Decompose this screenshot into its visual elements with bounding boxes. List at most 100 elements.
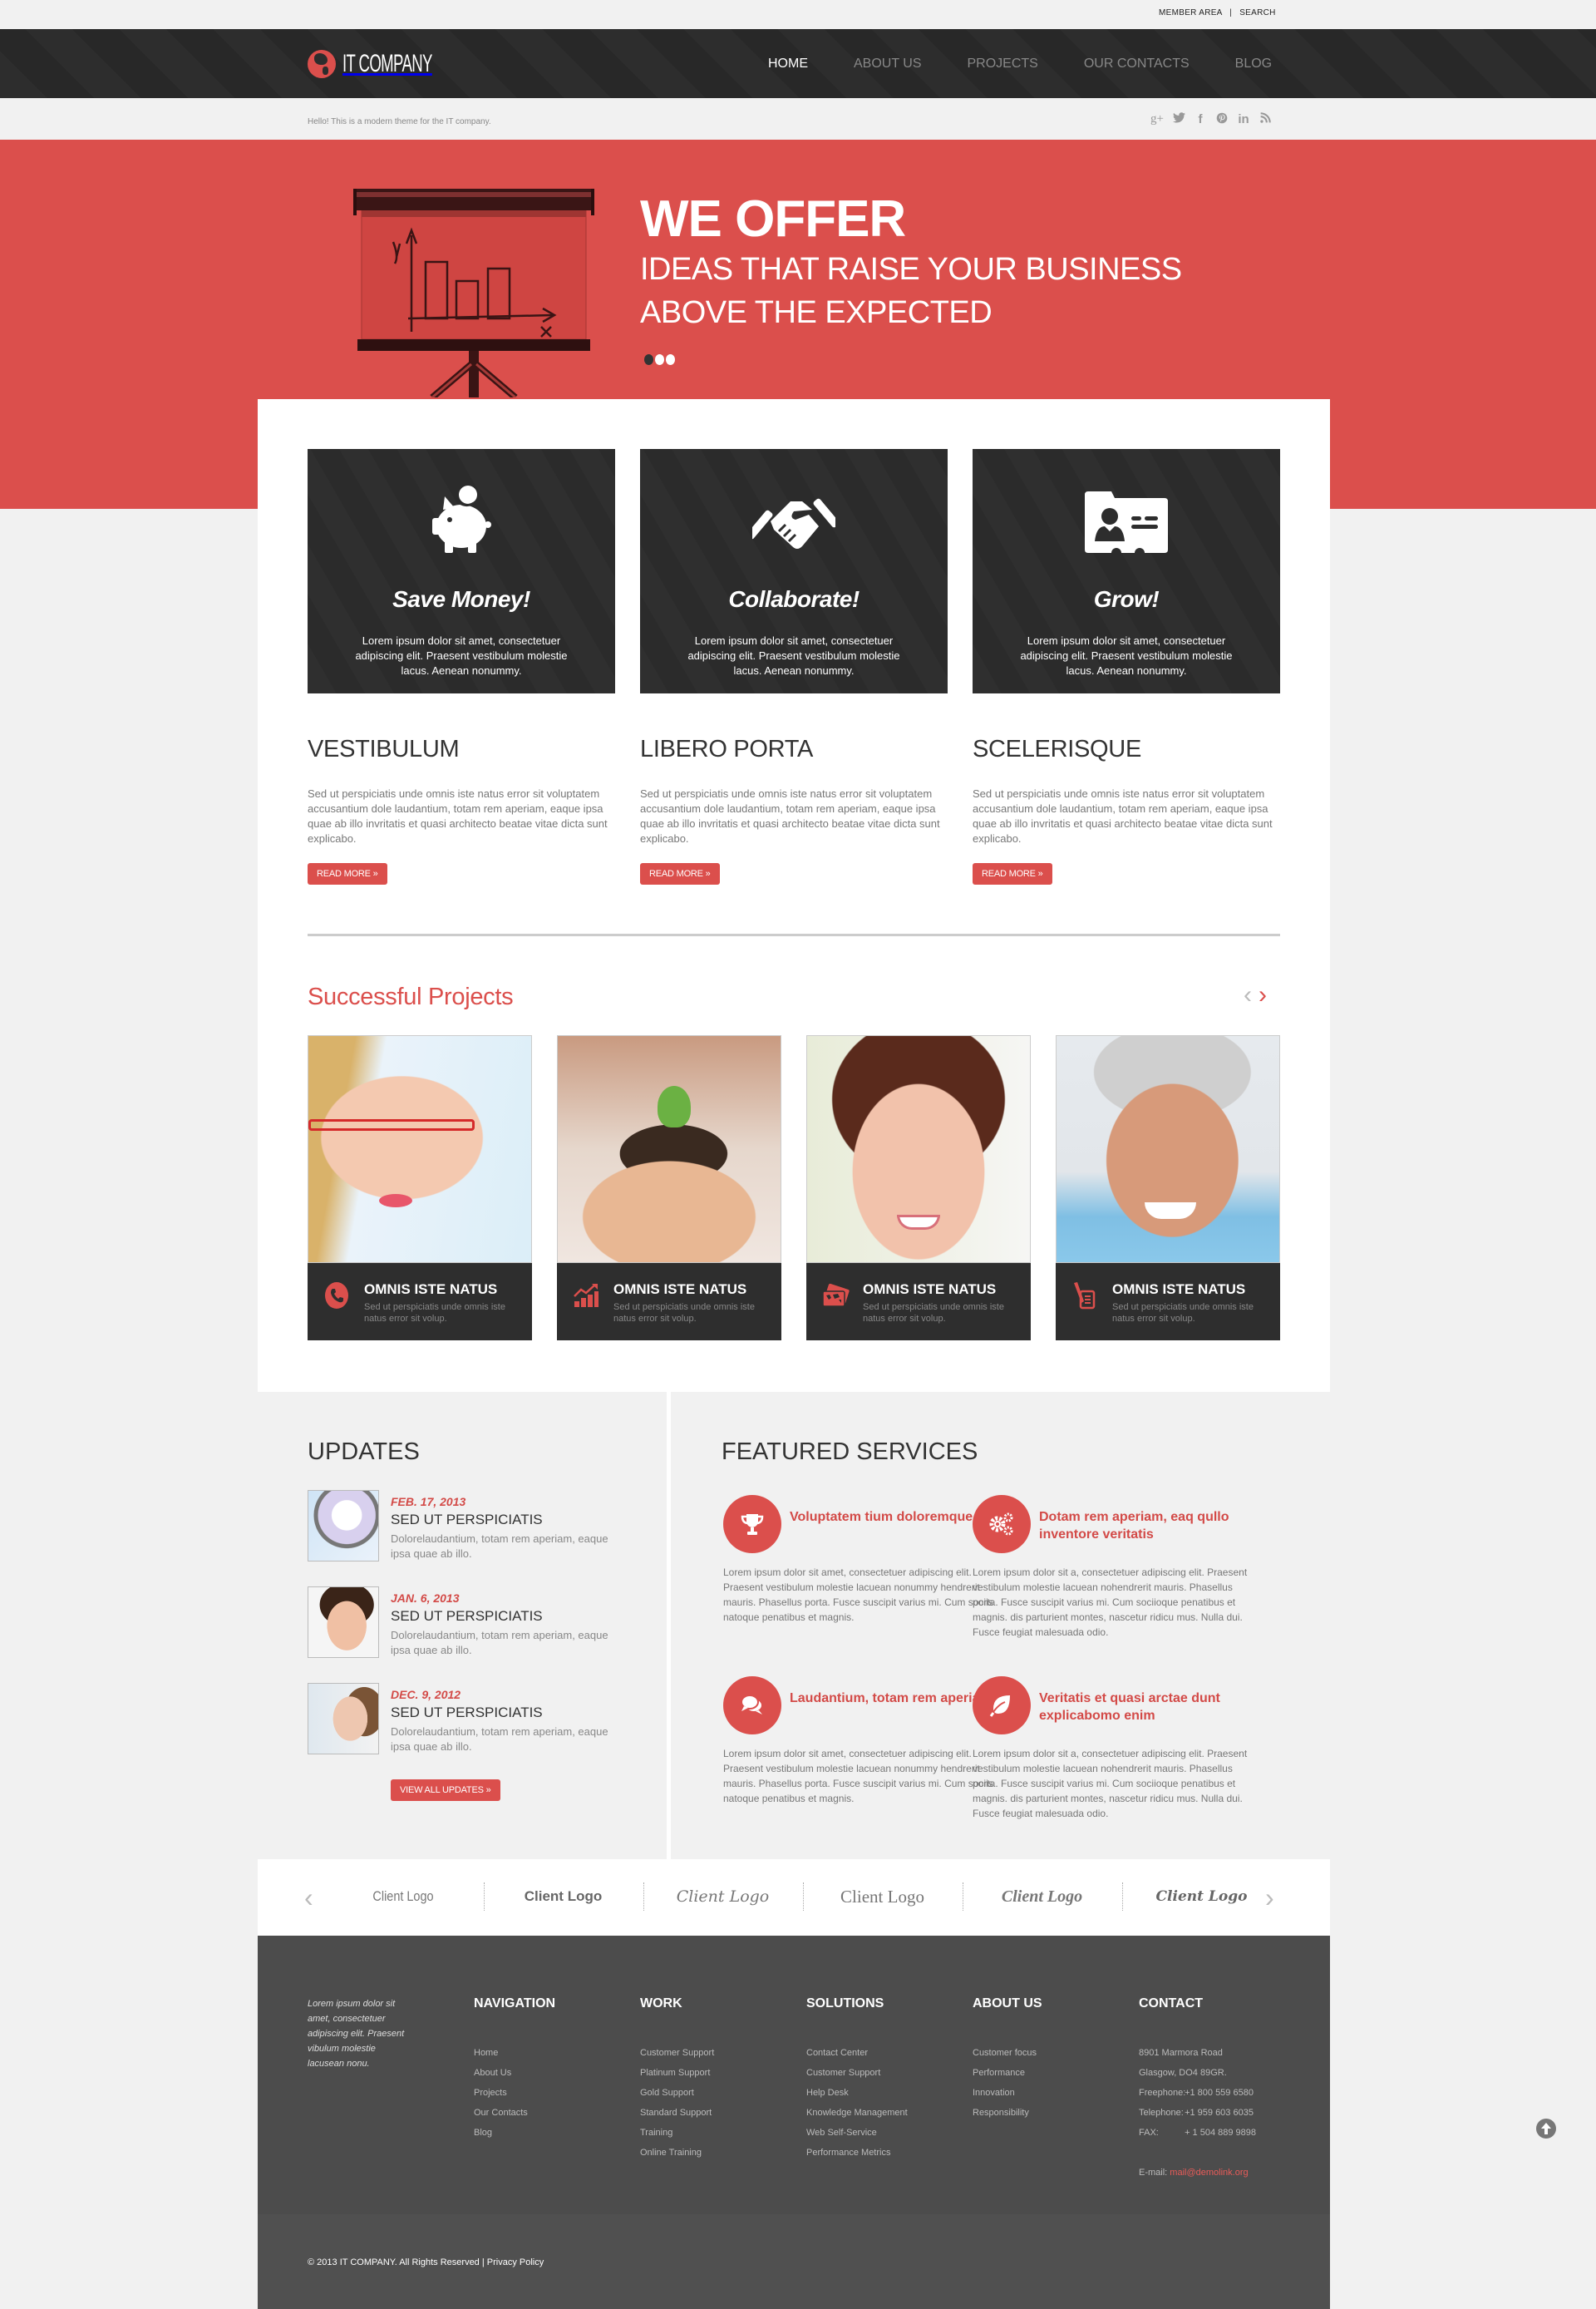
footer-link[interactable]: About Us	[474, 2063, 555, 2083]
service-text: Lorem ipsum dolor sit amet, consectetuer…	[723, 1748, 993, 1804]
read-more-button[interactable]: READ MORE »	[640, 863, 720, 885]
email-link[interactable]: mail@demolink.org	[1170, 2168, 1248, 2178]
project-card[interactable]: OMNIS ISTE NATUS Sed ut perspiciatis und…	[557, 1035, 781, 1340]
project-caption: OMNIS ISTE NATUS Sed ut perspiciatis und…	[308, 1263, 532, 1340]
nav-item-blog[interactable]: BLOG	[1235, 57, 1272, 72]
chevron-left-icon[interactable]: ‹	[1244, 981, 1252, 1009]
chevron-right-icon[interactable]: ›	[1265, 1882, 1274, 1913]
service-title[interactable]: Dotam rem aperiam, eaq qullo inventore v…	[1039, 1508, 1255, 1543]
update-item[interactable]: FEB. 17, 2013 SED UT PERSPICIATIS Dolore…	[308, 1490, 623, 1565]
chevron-left-icon[interactable]: ‹	[304, 1882, 313, 1913]
gears-icon	[989, 1512, 1013, 1536]
footer-link[interactable]: Performance	[973, 2063, 1042, 2083]
slider-dot-2[interactable]	[655, 354, 664, 365]
member-area-link[interactable]: MEMBER AREA	[1159, 8, 1222, 17]
logo[interactable]: IT COMPANY	[308, 46, 487, 82]
client-logo[interactable]: Client Logo	[1122, 1882, 1280, 1911]
update-item[interactable]: JAN. 6, 2013 SED UT PERSPICIATIS Dolorel…	[308, 1586, 623, 1661]
footer: Lorem ipsum dolor sit amet, consectetuer…	[258, 1936, 1330, 2214]
privacy-policy-link[interactable]: Privacy Policy	[487, 2257, 544, 2267]
feature-text: Lorem ipsum dolor sit amet, consectetuer…	[687, 634, 900, 677]
email-label: E-mail:	[1139, 2168, 1168, 2178]
info-column-title: VESTIBULUM	[308, 736, 460, 762]
service-title[interactable]: Veritatis et quasi arctae dunt explicabo…	[1039, 1690, 1255, 1724]
nav-item-projects[interactable]: PROJECTS	[968, 57, 1038, 72]
update-item[interactable]: DEC. 9, 2012 SED UT PERSPICIATIS Dolorel…	[308, 1683, 623, 1758]
footer-link[interactable]: Customer Support	[640, 2043, 714, 2063]
project-card[interactable]: OMNIS ISTE NATUS Sed ut perspiciatis und…	[1056, 1035, 1280, 1340]
phone-icon	[325, 1282, 348, 1309]
sprout-shape	[658, 1086, 691, 1127]
footer-link[interactable]: Blog	[474, 2123, 555, 2143]
freephone-label: Freephone:	[1139, 2088, 1186, 2098]
project-title: OMNIS ISTE NATUS	[613, 1281, 747, 1297]
project-card[interactable]: OMNIS ISTE NATUS Sed ut perspiciatis und…	[806, 1035, 1031, 1340]
footer-link[interactable]: Online Training	[640, 2143, 714, 2163]
footer-link[interactable]: Home	[474, 2043, 555, 2063]
project-text: Sed ut perspiciatis unde omnis iste natu…	[1112, 1302, 1254, 1324]
client-logo[interactable]: Client Logo	[336, 1882, 470, 1911]
piggy-bank-icon	[432, 486, 491, 553]
glasses-shape	[308, 1119, 475, 1131]
world-map-cards-icon	[822, 1283, 850, 1307]
facebook-icon[interactable]: f	[1194, 112, 1207, 127]
feature-box-save-money[interactable]: Save Money! Lorem ipsum dolor sit amet, …	[308, 449, 615, 693]
update-date: DEC. 9, 2012	[391, 1688, 461, 1701]
footer-link[interactable]: Platinum Support	[640, 2063, 714, 2083]
nav-item-our-contacts[interactable]: OUR CONTACTS	[1084, 57, 1190, 72]
copyright-text: © 2013 IT COMPANY. All Rights Reserved |	[308, 2257, 485, 2267]
presentation-easel-illustration	[353, 189, 594, 397]
google-plus-icon[interactable]: g+	[1150, 112, 1164, 127]
update-text: Dolorelaudantium, totam rem aperiam, eaq…	[391, 1629, 608, 1656]
logo-text: IT COMPANY	[342, 50, 432, 77]
footer-link[interactable]: Training	[640, 2123, 714, 2143]
nav-item-about-us[interactable]: ABOUT US	[854, 57, 922, 72]
search-link[interactable]: SEARCH	[1239, 8, 1275, 17]
arrow-up-icon	[1541, 2123, 1551, 2134]
footer-link[interactable]: Gold Support	[640, 2083, 714, 2103]
info-column-scelerisque: SCELERISQUE Sed ut perspiciatis unde omn…	[973, 736, 1280, 885]
read-more-button[interactable]: READ MORE »	[308, 863, 387, 885]
view-all-updates-button[interactable]: VIEW ALL UPDATES »	[391, 1779, 500, 1801]
pinterest-icon[interactable]	[1215, 112, 1229, 127]
footer-link[interactable]: Knowledge Management	[806, 2103, 908, 2123]
client-logo[interactable]: Client Logo	[803, 1882, 961, 1911]
feature-box-collaborate[interactable]: Collaborate! Lorem ipsum dolor sit amet,…	[640, 449, 948, 693]
project-card[interactable]: OMNIS ISTE NATUS Sed ut perspiciatis und…	[308, 1035, 532, 1340]
main-navbar: IT COMPANY HOME ABOUT US PROJECTS OUR CO…	[0, 29, 1596, 98]
read-more-button[interactable]: READ MORE »	[973, 863, 1052, 885]
feature-text: Lorem ipsum dolor sit amet, consectetuer…	[1020, 634, 1233, 677]
client-logo[interactable]: Client Logo	[963, 1882, 1121, 1911]
slider-dot-3[interactable]	[666, 354, 675, 365]
slider-dot-1[interactable]	[644, 354, 653, 365]
footer-link[interactable]: Our Contacts	[474, 2103, 555, 2123]
feature-title: Collaborate!	[728, 586, 860, 612]
footer-link[interactable]: Contact Center	[806, 2043, 908, 2063]
back-to-top-button[interactable]	[1536, 2119, 1556, 2139]
linkedin-icon[interactable]: in	[1237, 112, 1250, 127]
client-logo[interactable]: Client Logo	[484, 1882, 642, 1911]
footer-link[interactable]: Help Desk	[806, 2083, 908, 2103]
contact-freephone: Freephone: +1 800 559 6580	[1139, 2083, 1256, 2103]
footer-link[interactable]: Standard Support	[640, 2103, 714, 2123]
rss-icon[interactable]	[1259, 112, 1272, 127]
twitter-icon[interactable]	[1172, 112, 1185, 127]
footer-link[interactable]: Performance Metrics	[806, 2143, 908, 2163]
hero-title: WE OFFER	[640, 190, 906, 248]
footer-link[interactable]: Customer focus	[973, 2043, 1042, 2063]
client-logo[interactable]: Client Logo	[643, 1882, 801, 1911]
footer-link[interactable]: Projects	[474, 2083, 555, 2103]
info-column-text: Sed ut perspiciatis unde omnis iste natu…	[308, 787, 608, 845]
nav-item-home[interactable]: HOME	[768, 57, 808, 72]
footer-link[interactable]: Customer Support	[806, 2063, 908, 2083]
footer-link[interactable]: Responsibility	[973, 2103, 1042, 2123]
hero-subtitle-line-1: IDEAS THAT RAISE YOUR BUSINESS	[640, 252, 1182, 287]
footer-link[interactable]: Innovation	[973, 2083, 1042, 2103]
project-title: OMNIS ISTE NATUS	[364, 1281, 498, 1297]
service-text: Lorem ipsum dolor sit a, consectetuer ad…	[973, 1748, 1248, 1819]
chevron-right-icon[interactable]: ›	[1259, 981, 1267, 1009]
feature-box-grow[interactable]: Grow! Lorem ipsum dolor sit amet, consec…	[973, 449, 1280, 693]
project-photo-hands-with-sprout	[557, 1035, 781, 1263]
footer-link[interactable]: Web Self-Service	[806, 2123, 908, 2143]
footer-column-title: WORK	[640, 1996, 682, 2011]
